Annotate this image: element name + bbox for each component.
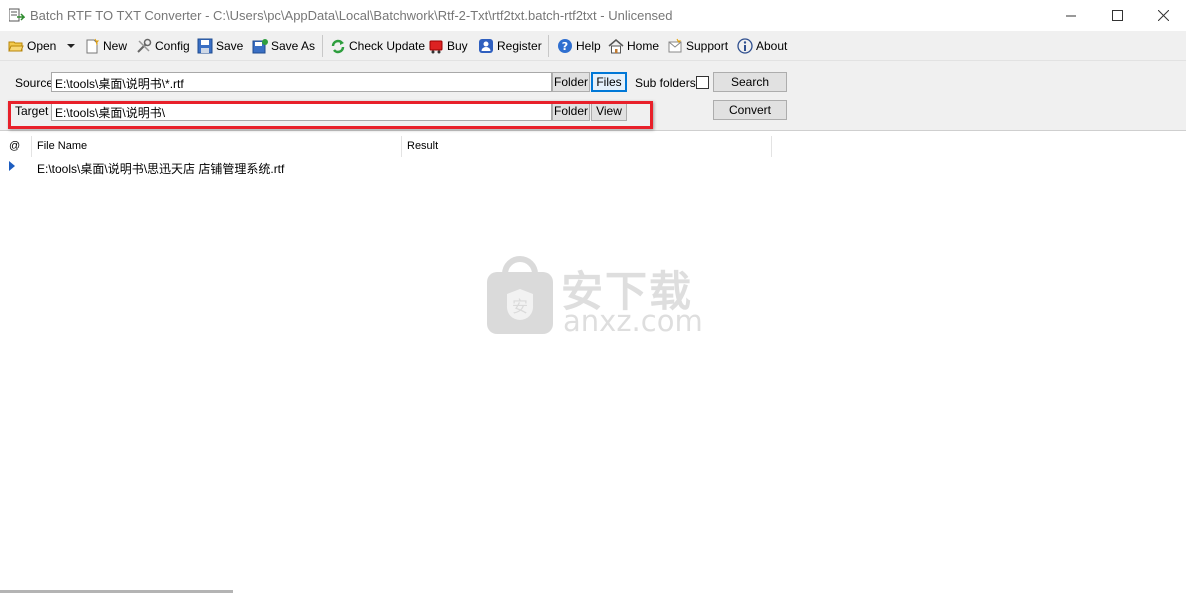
files-button[interactable]: Files — [591, 72, 627, 92]
column-header-file-name[interactable]: File Name — [32, 136, 402, 157]
close-button[interactable] — [1140, 0, 1186, 31]
minimize-button[interactable] — [1048, 0, 1094, 31]
cart-icon — [428, 38, 444, 54]
svg-text:安: 安 — [512, 297, 528, 316]
info-icon — [737, 38, 753, 54]
convert-button[interactable]: Convert — [713, 100, 787, 120]
buy-button[interactable]: Buy — [428, 35, 468, 57]
table-row[interactable]: E:\tools\桌面\说明书\思迅天店 店铺管理系统.rtf — [0, 157, 1186, 177]
chevron-down-icon — [67, 44, 75, 48]
app-icon — [8, 8, 26, 22]
title-bar: Batch RTF TO TXT Converter - C:\Users\pc… — [0, 0, 1186, 31]
grid-header: @ File Name Result — [0, 136, 1186, 157]
save-as-icon — [252, 38, 268, 54]
home-button[interactable]: Home — [608, 35, 659, 57]
open-dropdown-arrow[interactable] — [66, 35, 76, 57]
svg-text:?: ? — [562, 40, 568, 53]
maximize-icon — [1111, 10, 1123, 21]
support-icon — [667, 38, 683, 54]
target-highlight-box — [8, 101, 653, 129]
maximize-button[interactable] — [1094, 0, 1140, 31]
help-icon: ? — [557, 38, 573, 54]
subfolders-label: Sub folders — [635, 76, 696, 90]
save-button[interactable]: Save — [197, 35, 243, 57]
current-row-indicator-icon — [9, 161, 15, 171]
watermark: 安 安下载 anxz.com — [485, 254, 703, 338]
check-update-button[interactable]: Check Update — [330, 35, 425, 57]
options-panel: Source E:\tools\桌面\说明书\*.rtf Folder File… — [0, 61, 1186, 131]
register-button[interactable]: Register — [478, 35, 542, 57]
new-file-icon — [84, 38, 100, 54]
source-input[interactable]: E:\tools\桌面\说明书\*.rtf — [51, 72, 552, 92]
new-button[interactable]: New — [84, 35, 127, 57]
register-icon — [478, 38, 494, 54]
minimize-icon — [1065, 15, 1076, 17]
help-button[interactable]: ? Help — [557, 35, 601, 57]
save-as-button[interactable]: Save As — [252, 35, 315, 57]
home-icon — [608, 38, 624, 54]
support-button[interactable]: Support — [667, 35, 728, 57]
search-button[interactable]: Search — [713, 72, 787, 92]
toolbar-separator — [322, 35, 323, 57]
file-name-cell: E:\tools\桌面\说明书\思迅天店 店铺管理系统.rtf — [37, 162, 285, 176]
source-folder-button[interactable]: Folder — [552, 72, 590, 92]
save-icon — [197, 38, 213, 54]
watermark-en-text: anxz.com — [563, 304, 703, 338]
update-icon — [330, 38, 346, 54]
toolbar-separator — [548, 35, 549, 57]
tools-icon — [136, 38, 152, 54]
about-button[interactable]: About — [737, 35, 787, 57]
subfolders-checkbox[interactable] — [696, 76, 709, 89]
open-button[interactable]: Open — [8, 35, 56, 57]
shopping-bag-logo-icon: 安 — [487, 256, 553, 334]
close-icon — [1157, 10, 1169, 21]
window-title: Batch RTF TO TXT Converter - C:\Users\pc… — [30, 8, 673, 23]
config-button[interactable]: Config — [136, 35, 190, 57]
column-header-result[interactable]: Result — [402, 136, 772, 157]
folder-open-icon — [8, 38, 24, 54]
source-label: Source — [15, 76, 54, 90]
toolbar: Open New Config Save Save As Check Updat… — [0, 31, 1186, 61]
column-header-indicator[interactable]: @ — [4, 136, 32, 157]
